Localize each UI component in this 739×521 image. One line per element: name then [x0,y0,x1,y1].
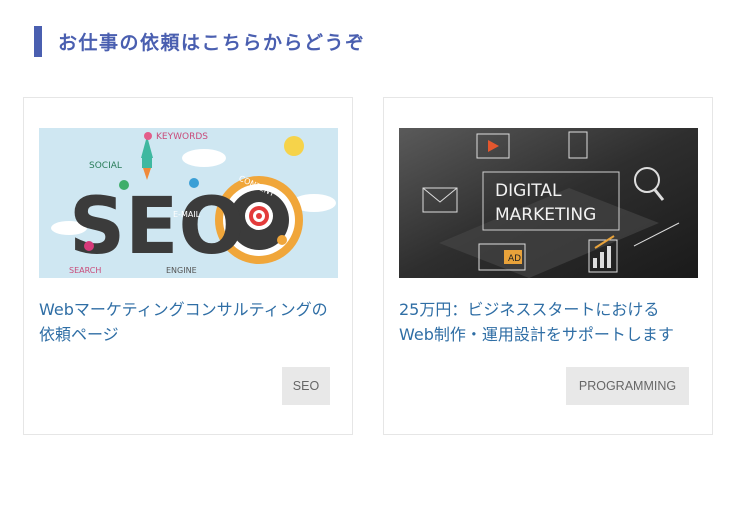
card-title-seo[interactable]: Webマーケティングコンサルティングの 依頼ページ [39,297,339,347]
section-heading: お仕事の依頼はこちらからどうぞ [34,26,366,57]
seo-illustration: SEO SOCIAL KEYWORDS CONTENT E-MAIL SEARC… [39,128,338,278]
work-request-card-digital-marketing[interactable]: DIGITAL MARKETING AD 25万円：ビジネススタートにおける W… [383,97,713,435]
digital-marketing-illustration: DIGITAL MARKETING AD [399,128,698,278]
svg-text:SOCIAL: SOCIAL [89,161,122,171]
category-tag-programming[interactable]: PROGRAMMING [566,367,689,405]
svg-text:ENGINE: ENGINE [166,266,197,275]
seo-letters: SEO [69,182,245,272]
card-title-digital-marketing[interactable]: 25万円：ビジネススタートにおける Web制作・運用設計をサポートします [399,297,699,347]
card-title-line[interactable]: Web制作・運用設計をサポートします [399,322,699,347]
card-title-line[interactable]: 25万円：ビジネススタートにおける [399,297,699,322]
card-title-line[interactable]: 依頼ページ [39,322,339,347]
card-thumbnail-digital-marketing[interactable]: DIGITAL MARKETING AD [399,128,698,278]
svg-text:KEYWORDS: KEYWORDS [156,132,208,142]
section-heading-text: お仕事の依頼はこちらからどうぞ [58,32,366,54]
svg-text:SEARCH: SEARCH [69,266,101,275]
svg-text:AD: AD [508,254,521,264]
card-thumbnail-seo[interactable]: SEO SOCIAL KEYWORDS CONTENT E-MAIL SEARC… [39,128,338,278]
category-tag-seo[interactable]: SEO [282,367,330,405]
work-request-card-seo[interactable]: SEO SOCIAL KEYWORDS CONTENT E-MAIL SEARC… [23,97,353,435]
digital-text: DIGITAL [495,181,562,201]
heading-accent-bar [34,26,42,57]
svg-text:E-MAIL: E-MAIL [173,210,201,219]
card-title-line[interactable]: Webマーケティングコンサルティングの [39,297,339,322]
marketing-text: MARKETING [495,205,596,225]
